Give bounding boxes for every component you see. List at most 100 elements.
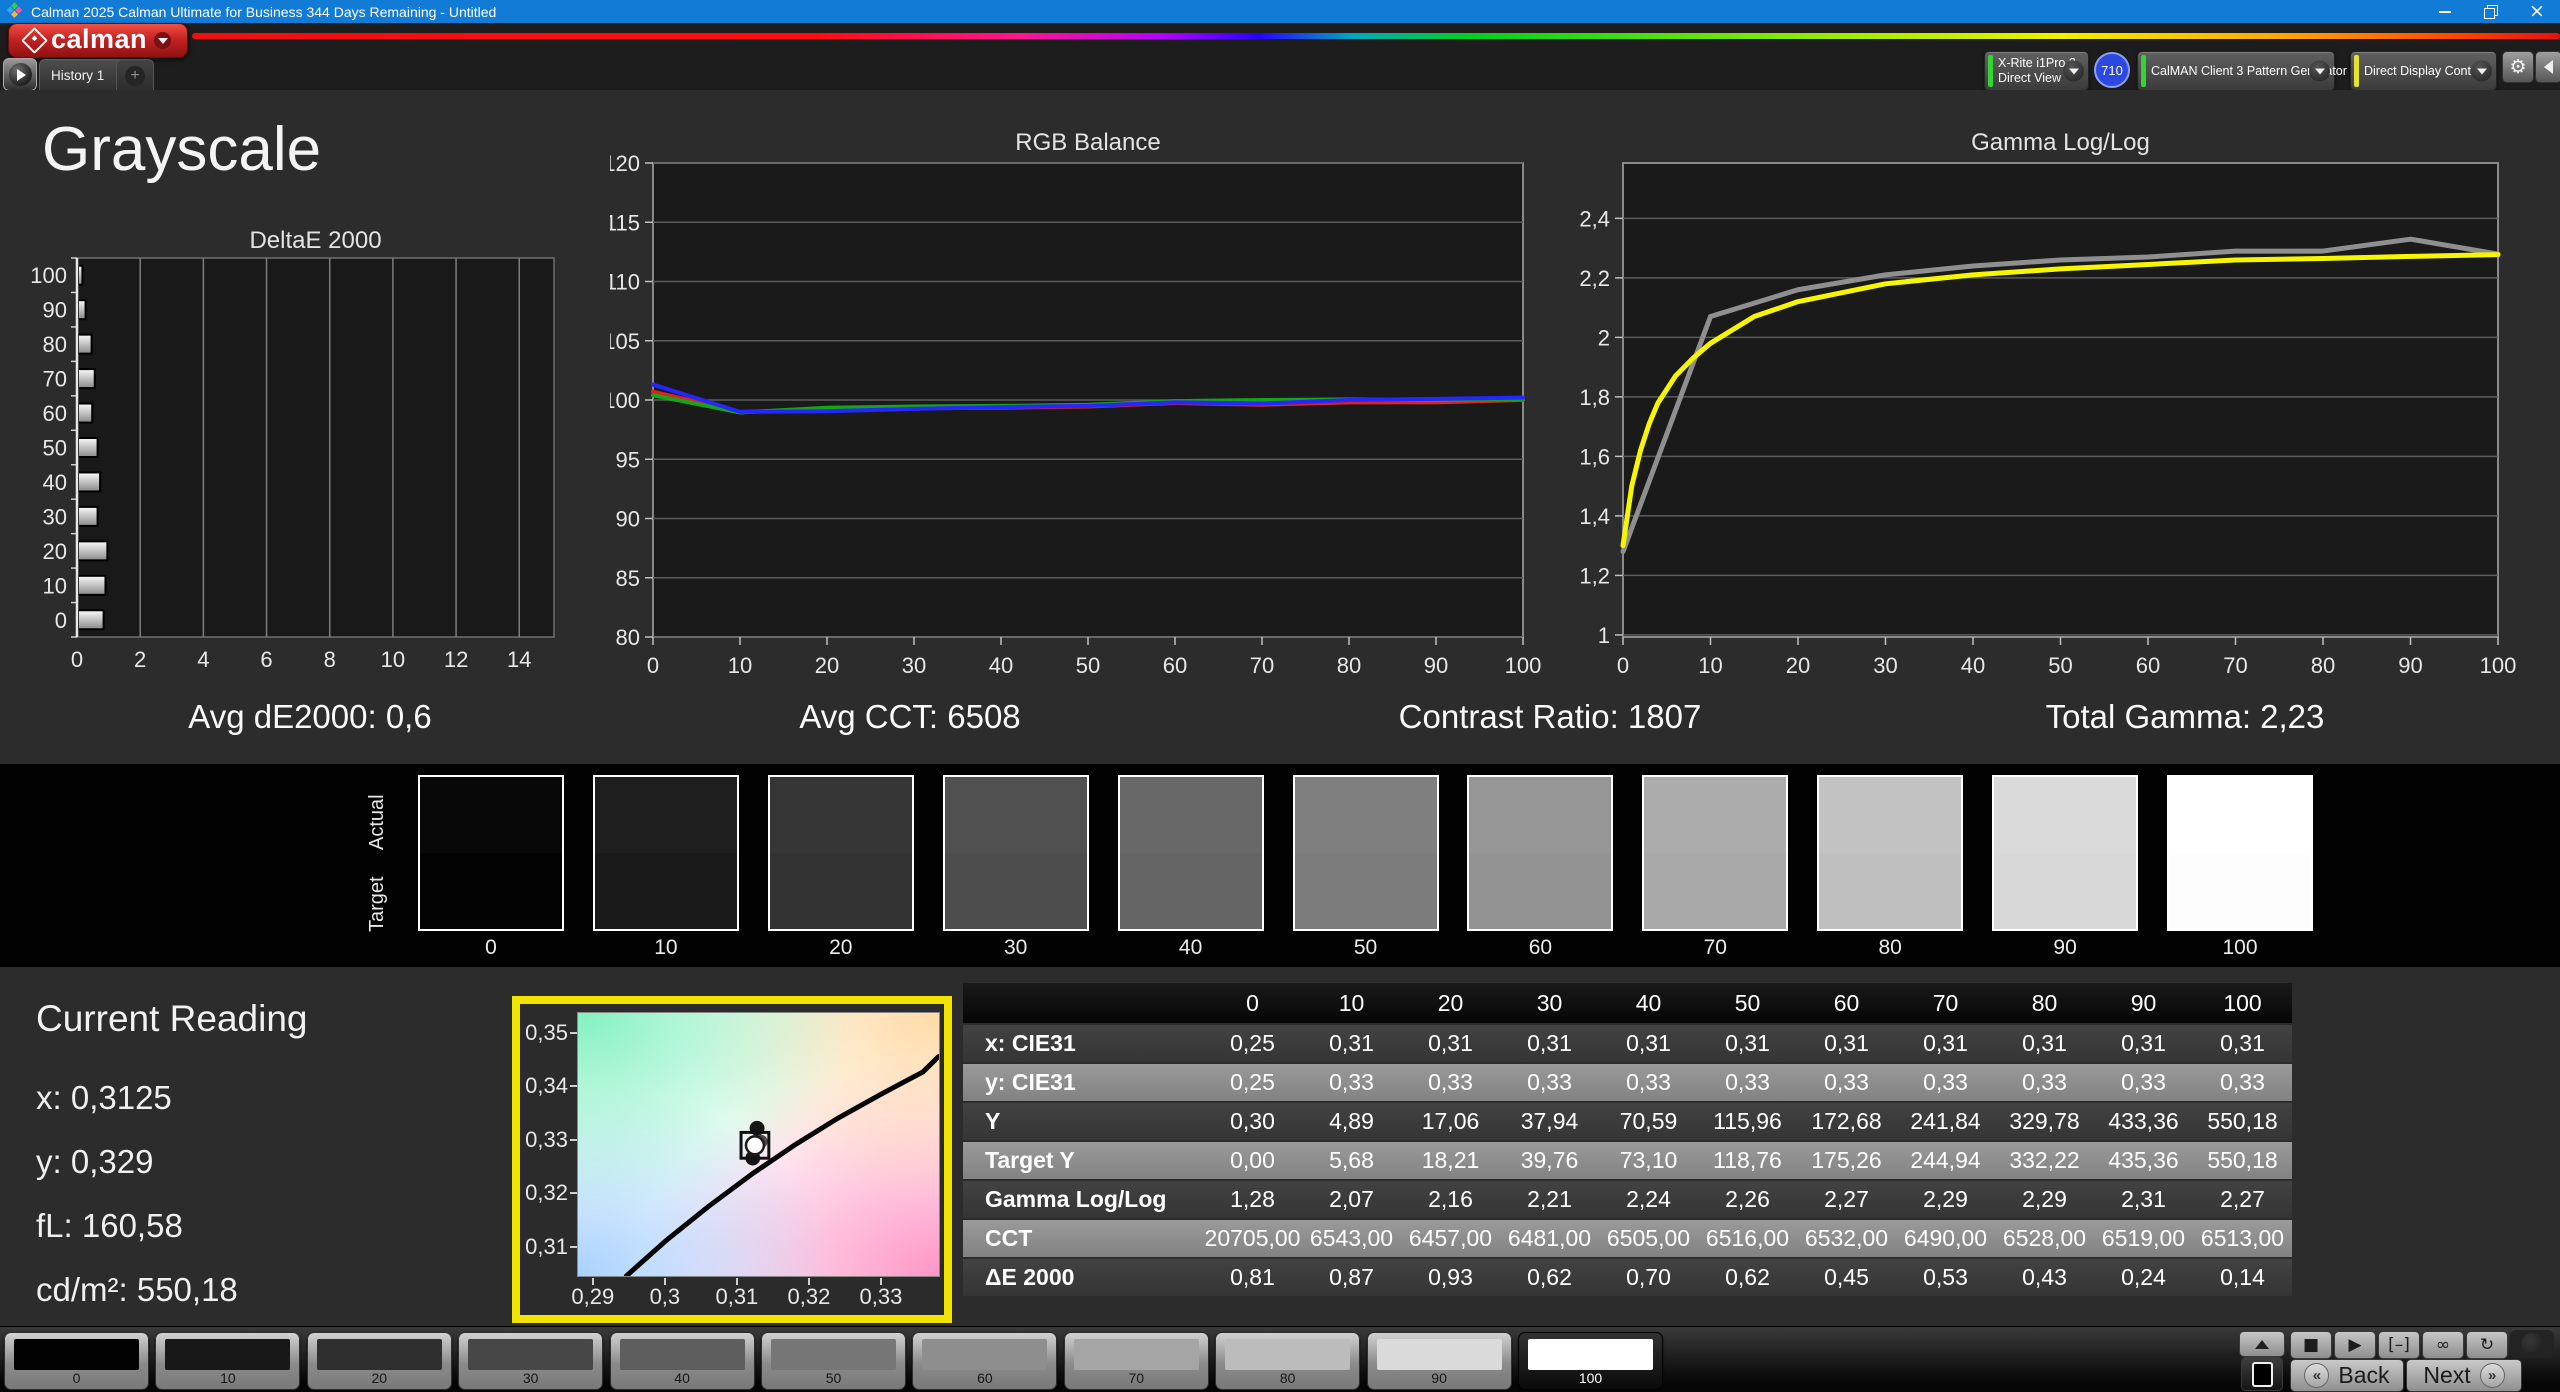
target-row-label: Target [366, 862, 394, 946]
table-cell: 2,21 [1500, 1181, 1599, 1218]
workflow-play-button[interactable] [3, 58, 37, 91]
meter-dropdown[interactable]: X-Rite i1Pro 3Direct View [1984, 51, 2089, 91]
svg-text:70: 70 [1250, 653, 1274, 678]
reading-fl: fL: 160,58 [36, 1194, 307, 1258]
close-button[interactable]: × [2514, 0, 2560, 23]
swatch-target [2169, 853, 2311, 929]
swatch-tile-70 [1642, 775, 1788, 931]
pattern-source-dropdown[interactable]: CalMAN Client 3 Pattern Generator [2137, 51, 2335, 91]
calman-window: Calman 2025 Calman Ultimate for Business… [0, 0, 2560, 1392]
svg-text:0: 0 [1617, 653, 1629, 678]
table-cell: 0,31 [2094, 1025, 2193, 1062]
swatch-label: 30 [943, 936, 1089, 960]
grayscale-swatch-strip: Actual Target 0102030405060708090100 [0, 764, 2560, 967]
pattern-patch-button-40[interactable]: 40 [610, 1332, 755, 1390]
pattern-patch-button-50[interactable]: 50 [761, 1332, 906, 1390]
swatch-label: 40 [1118, 936, 1264, 960]
refresh-button[interactable]: ↻ [2466, 1331, 2508, 1359]
display-control-dropdown[interactable]: Direct Display Control [2350, 51, 2497, 91]
svg-text:100: 100 [610, 388, 640, 413]
restore-button[interactable] [2468, 0, 2514, 23]
swatch-target [770, 853, 912, 929]
pattern-patch-button-70[interactable]: 70 [1064, 1332, 1209, 1390]
calman-menu-button[interactable]: calman [8, 23, 188, 58]
page-title: Grayscale [42, 114, 321, 185]
add-tab-button[interactable]: + [116, 59, 154, 91]
svg-text:30: 30 [1873, 653, 1897, 678]
contrast-ratio-stat: Contrast Ratio: 1807 [1295, 698, 1805, 748]
next-button[interactable]: Next » [2406, 1359, 2522, 1392]
minimize-button[interactable] [2422, 0, 2468, 23]
current-reading-panel[interactable]: Current Reading x: 0,3125 y: 0,329 fL: 1… [36, 998, 307, 1322]
pattern-patch-button-100[interactable]: 100 [1518, 1332, 1663, 1390]
patch-chip [1074, 1339, 1199, 1370]
swatch-tile-40 [1118, 775, 1264, 931]
svg-text:100: 100 [2480, 653, 2517, 678]
restore-icon [2484, 5, 2498, 19]
patch-label: 0 [5, 1370, 148, 1386]
window-title: Calman 2025 Calman Ultimate for Business… [31, 4, 496, 20]
meter-mode: Direct View [1998, 71, 2058, 86]
swatch-actual [1819, 777, 1961, 853]
pattern-patch-button-20[interactable]: 20 [307, 1332, 452, 1390]
step-button[interactable]: [–] [2378, 1331, 2420, 1359]
svg-text:40: 40 [1961, 653, 1985, 678]
svg-text:40: 40 [989, 653, 1013, 678]
tab-history-1[interactable]: History 1 [39, 59, 126, 91]
pattern-window-button[interactable] [2241, 1357, 2283, 1391]
pattern-patch-button-10[interactable]: 10 [155, 1332, 300, 1390]
pattern-patch-button-80[interactable]: 80 [1215, 1332, 1360, 1390]
back-button[interactable]: « Back [2290, 1359, 2404, 1392]
stop-button[interactable]: ■ [2290, 1331, 2332, 1359]
collapse-panel-button[interactable] [2535, 51, 2560, 83]
table-cell: 0,31 [1500, 1025, 1599, 1062]
cie-y-tick-label: 0,34 [520, 1073, 568, 1099]
pattern-patch-button-90[interactable]: 90 [1367, 1332, 1512, 1390]
pattern-patch-button-0[interactable]: 0 [4, 1332, 149, 1390]
minimize-icon [2439, 11, 2451, 13]
swatch-tile-80 [1817, 775, 1963, 931]
deltae-chart-panel[interactable]: 100908070605040302010002468101214DeltaE … [20, 230, 580, 700]
table-row: y: CIE310,250,330,330,330,330,330,330,33… [963, 1064, 2292, 1101]
swatch-label: 100 [2167, 936, 2313, 960]
chevron-down-icon [2063, 61, 2084, 82]
inactive-round-button[interactable] [2510, 1330, 2554, 1358]
swatch-tile-0 [418, 775, 564, 931]
table-cell: 0,33 [1401, 1064, 1500, 1101]
swatch-actual [945, 777, 1087, 853]
rgb-balance-chart-panel[interactable]: 8085909510010511011512001020304050607080… [610, 130, 1550, 690]
settings-button[interactable]: ⚙ [2502, 51, 2534, 83]
svg-text:95: 95 [616, 447, 640, 472]
patch-label: 70 [1065, 1370, 1208, 1386]
svg-text:90: 90 [616, 507, 640, 532]
pattern-up-button[interactable] [2239, 1331, 2285, 1357]
pattern-status-accent [2141, 55, 2146, 87]
table-cell: 175,26 [1797, 1142, 1896, 1179]
table-row-label: CCT [963, 1220, 1203, 1257]
avg-de2000-stat: Avg dE2000: 0,6 [30, 698, 590, 748]
table-cell: 20705,00 [1203, 1220, 1302, 1257]
swatch-tile-30 [943, 775, 1089, 931]
reading-x: x: 0,3125 [36, 1066, 307, 1130]
svg-text:10: 10 [43, 573, 67, 598]
table-cell: 0,31 [1401, 1025, 1500, 1062]
loop-button[interactable]: ∞ [2422, 1331, 2464, 1359]
pattern-patch-button-30[interactable]: 30 [458, 1332, 603, 1390]
table-cell: 17,06 [1401, 1103, 1500, 1140]
svg-text:110: 110 [610, 270, 640, 295]
cie-y-tick-label: 0,35 [520, 1020, 568, 1046]
table-cell: 1,28 [1203, 1181, 1302, 1218]
gamma-chart-panel[interactable]: 11,21,41,61,822,22,401020304050607080901… [1580, 130, 2540, 690]
calman-caret[interactable] [154, 32, 171, 49]
svg-text:4: 4 [197, 647, 209, 672]
table-row: x: CIE310,250,310,310,310,310,310,310,31… [963, 1025, 2292, 1062]
meter-status-accent [1988, 55, 1993, 87]
play-pattern-button[interactable]: ▶ [2334, 1331, 2376, 1359]
cie-chart-panel-selected[interactable]: 0,350,340,330,320,310,290,30,310,320,33 [512, 996, 952, 1323]
pattern-patch-button-60[interactable]: 60 [912, 1332, 1057, 1390]
table-cell: 0,62 [1500, 1259, 1599, 1296]
table-cell: 73,10 [1599, 1142, 1698, 1179]
meter-sync-badge[interactable]: 710 [2094, 52, 2130, 88]
back-label: Back [2338, 1362, 2389, 1389]
swatch-label: 20 [768, 936, 914, 960]
